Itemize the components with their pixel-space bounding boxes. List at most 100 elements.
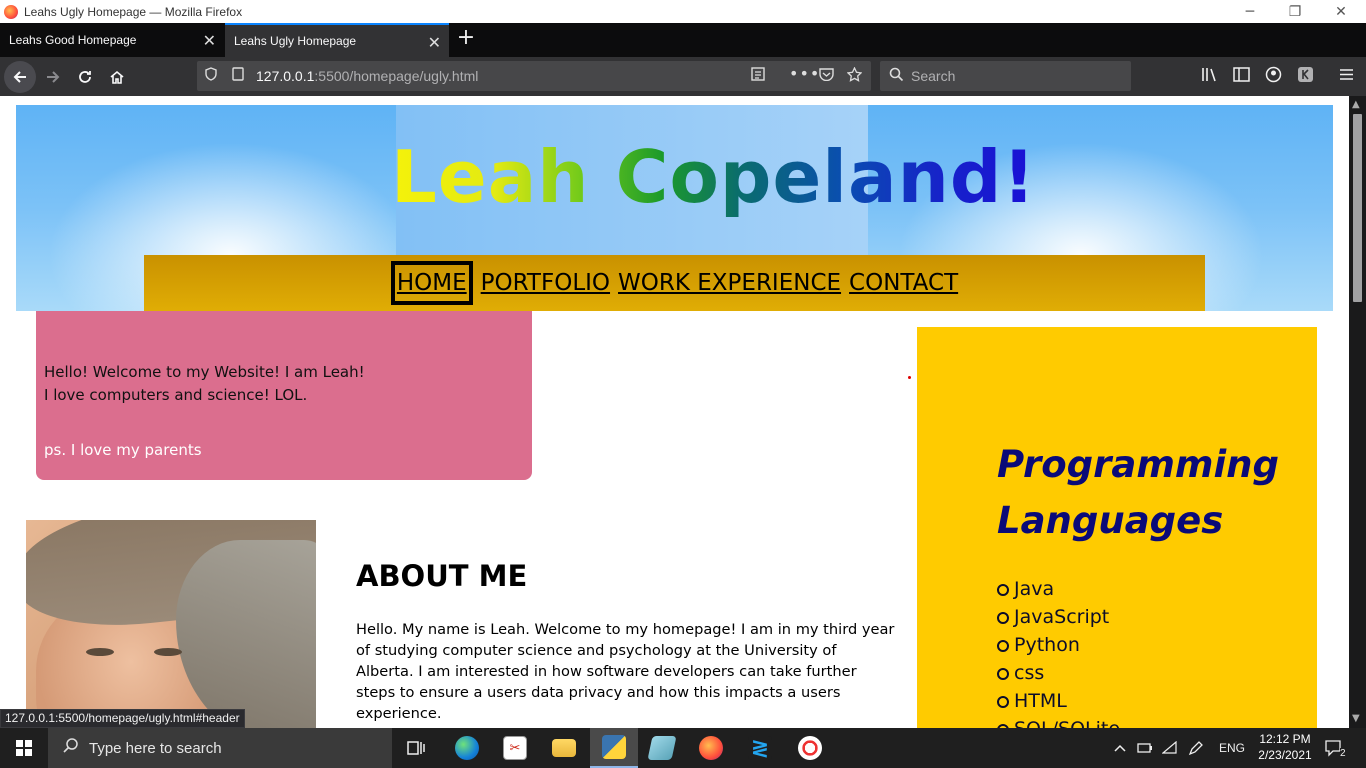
- show-hidden-icons[interactable]: [1113, 728, 1127, 768]
- home-icon: [110, 70, 124, 84]
- pocket-icon[interactable]: [819, 67, 834, 85]
- search-icon: [889, 67, 904, 86]
- tab-strip: Leahs Good Homepage ✕ Leahs Ugly Homepag…: [0, 23, 1366, 57]
- page-viewport: Leah Copeland! HOME PORTFOLIO WORK EXPER…: [0, 96, 1349, 728]
- profile-photo: [26, 520, 316, 728]
- extension-icon[interactable]: [1297, 66, 1314, 87]
- battery-tray[interactable]: [1137, 728, 1153, 768]
- minimize-button[interactable]: ─: [1227, 0, 1273, 23]
- sidebar-toggle-icon[interactable]: [1233, 66, 1250, 87]
- nav-link-home[interactable]: HOME: [390, 261, 473, 305]
- scrollbar-thumb[interactable]: [1353, 114, 1362, 302]
- account-icon[interactable]: [1265, 66, 1282, 87]
- python-icon: [602, 735, 626, 759]
- taskbar-python[interactable]: [590, 728, 638, 768]
- start-button[interactable]: [0, 728, 48, 768]
- taskbar-edge[interactable]: [443, 728, 491, 768]
- programming-languages-panel: Programming Languages Java JavaScript Py…: [917, 327, 1317, 728]
- tab-ugly-homepage[interactable]: Leahs Ugly Homepage ✕: [225, 23, 449, 57]
- scroll-up-icon[interactable]: ▲: [1352, 99, 1360, 110]
- menu-icon[interactable]: [1338, 66, 1355, 87]
- reload-button[interactable]: [69, 61, 101, 93]
- windows-logo-icon: [16, 740, 32, 756]
- about-heading: ABOUT ME: [356, 559, 528, 593]
- clock-date: 2/23/2021: [1258, 748, 1312, 762]
- arrow-left-icon: [13, 71, 26, 83]
- status-url: 127.0.0.1:5500/homepage/ugly.html#header: [0, 709, 245, 728]
- notification-center[interactable]: 2: [1324, 728, 1346, 768]
- pen-tray[interactable]: [1188, 728, 1204, 768]
- home-button[interactable]: [101, 61, 133, 93]
- task-view-icon: [407, 741, 425, 755]
- search-icon: [62, 737, 79, 759]
- reader-view-icon[interactable]: [751, 67, 765, 85]
- page-info-icon[interactable]: [232, 67, 244, 85]
- taskbar-search-placeholder: Type here to search: [89, 739, 222, 757]
- vertical-scrollbar[interactable]: ▲ ▼: [1349, 96, 1366, 728]
- url-text: 127.0.0.1:5500/homepage/ugly.html: [256, 68, 478, 84]
- circle-bullet-icon: [997, 639, 1009, 652]
- nav-link-portfolio[interactable]: PORTFOLIO: [481, 270, 610, 296]
- welcome-line: Hello! Welcome to my Website! I am Leah!: [44, 363, 365, 381]
- list-item-label: Java: [1014, 578, 1055, 600]
- taskbar-notepad[interactable]: [638, 728, 686, 768]
- circle-bullet-icon: [997, 695, 1009, 708]
- notification-count: 2: [1340, 747, 1346, 759]
- nav-link-contact[interactable]: CONTACT: [849, 270, 958, 296]
- close-tab-icon[interactable]: ✕: [203, 31, 216, 51]
- reload-icon: [79, 71, 91, 83]
- edge-icon: [455, 736, 479, 760]
- library-icon[interactable]: [1201, 66, 1218, 87]
- forward-button[interactable]: [37, 61, 69, 93]
- wifi-tray[interactable]: [1162, 728, 1178, 768]
- pen-icon: [1188, 741, 1203, 756]
- taskbar-clock[interactable]: 12:12 PM 2/23/2021: [1254, 731, 1316, 763]
- task-view-button[interactable]: [392, 728, 440, 768]
- search-box[interactable]: Search: [880, 61, 1131, 91]
- tab-good-homepage[interactable]: Leahs Good Homepage ✕: [0, 23, 224, 57]
- taskbar-file-explorer[interactable]: [540, 728, 588, 768]
- site-nav: HOME PORTFOLIO WORK EXPERIENCE CONTACT: [144, 255, 1205, 311]
- sidebar-heading: Programming Languages: [997, 443, 1279, 542]
- restore-button[interactable]: ❐: [1272, 0, 1318, 23]
- firefox-icon: [699, 736, 723, 760]
- firefox-icon: [4, 4, 18, 19]
- taskbar-app-sketch[interactable]: ✂: [491, 728, 539, 768]
- address-bar[interactable]: 127.0.0.1:5500/homepage/ugly.html •••: [197, 61, 871, 91]
- page-title: Leah Copeland!: [391, 135, 1037, 219]
- close-tab-icon[interactable]: ✕: [428, 33, 441, 53]
- language-indicator[interactable]: ENG: [1219, 728, 1245, 768]
- list-item-label: Python: [1014, 634, 1080, 656]
- taskbar-paint[interactable]: [786, 728, 834, 768]
- battery-icon: [1137, 743, 1152, 753]
- arrow-right-icon: [47, 71, 60, 83]
- taskbar-search[interactable]: Type here to search: [48, 728, 392, 768]
- taskbar-firefox[interactable]: [687, 728, 735, 768]
- circle-bullet-icon: [997, 583, 1009, 596]
- list-item: css: [997, 659, 1120, 687]
- list-item-label: JavaScript: [1014, 606, 1110, 628]
- new-tab-button[interactable]: +: [454, 27, 478, 51]
- notepad-icon: [647, 736, 677, 760]
- nav-link-work-experience[interactable]: WORK EXPERIENCE: [618, 270, 841, 296]
- shield-icon[interactable]: [205, 67, 217, 85]
- list-item: Java: [997, 575, 1120, 603]
- wifi-icon: [1162, 741, 1177, 754]
- language-list: Java JavaScript Python css HTML SQL/SQLi…: [997, 575, 1120, 728]
- tab-label: Leahs Ugly Homepage: [234, 34, 357, 48]
- chevron-up-icon: [1114, 744, 1126, 752]
- list-item: HTML: [997, 687, 1120, 715]
- close-window-button[interactable]: ✕: [1318, 0, 1364, 23]
- circle-bullet-icon: [997, 611, 1009, 624]
- snip-icon: ✂: [503, 736, 527, 760]
- page-actions-icon[interactable]: •••: [789, 64, 820, 83]
- window-title: Leahs Ugly Homepage — Mozilla Firefox: [24, 4, 243, 19]
- bookmark-star-icon[interactable]: [846, 66, 863, 86]
- scroll-down-icon[interactable]: ▼: [1352, 713, 1360, 724]
- taskbar-vscode[interactable]: ≷: [736, 728, 784, 768]
- url-host: 127.0.0.1: [256, 68, 315, 84]
- list-item-label: SQL/SQLite: [1014, 718, 1120, 728]
- back-button[interactable]: [4, 61, 36, 93]
- tab-label: Leahs Good Homepage: [9, 33, 137, 47]
- list-item: SQL/SQLite: [997, 715, 1120, 728]
